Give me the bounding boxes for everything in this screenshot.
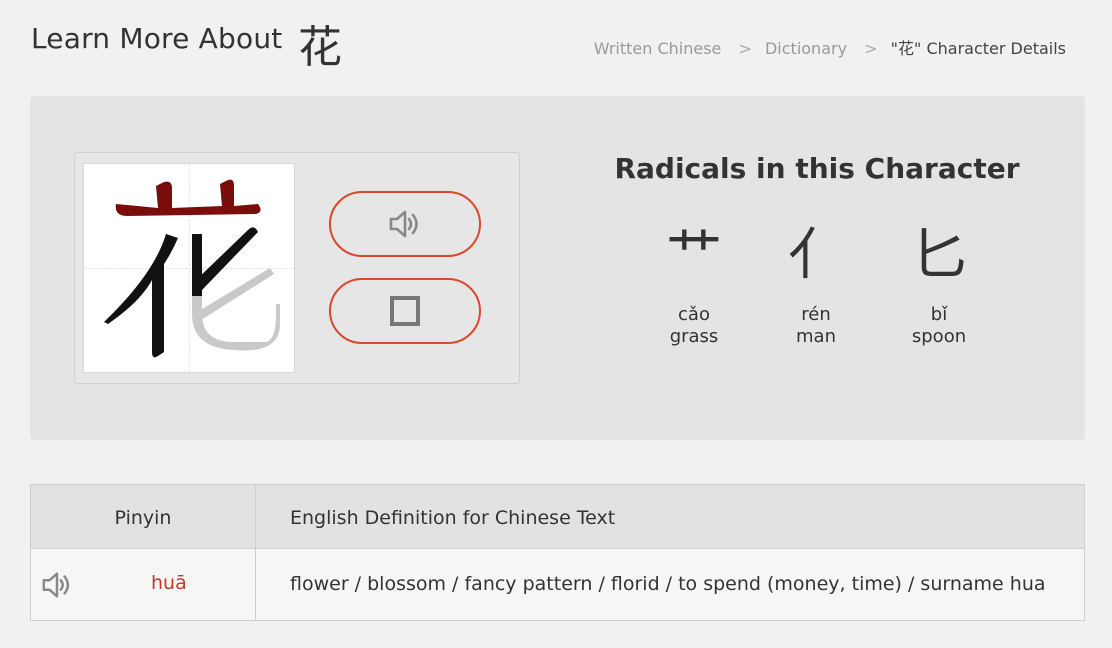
page-title-character: 花 <box>298 22 342 73</box>
row-definition: flower / blossom / fancy pattern / flori… <box>290 573 1046 595</box>
play-audio-button[interactable] <box>329 191 481 257</box>
radical-item[interactable]: 匕 bǐ spoon <box>889 222 989 347</box>
stroke-order-canvas[interactable] <box>83 163 295 373</box>
column-header-pinyin: Pinyin <box>114 507 172 529</box>
row-audio-button[interactable] <box>40 567 74 603</box>
column-header-definition: English Definition for Chinese Text <box>290 507 616 529</box>
page-title: Learn More About <box>31 22 283 55</box>
radicals-list: 艹 cǎo grass 亻 rén man 匕 bǐ spoon <box>630 222 1010 352</box>
row-pinyin: huā <box>151 572 187 594</box>
radical-glyph: 艹 <box>666 223 722 288</box>
character-display-box <box>74 152 520 384</box>
table-header: Pinyin English Definition for Chinese Te… <box>31 485 1084 549</box>
breadcrumb-separator: > <box>864 39 878 58</box>
radical-pinyin: cǎo <box>678 304 710 325</box>
radical-glyph: 匕 <box>911 223 967 288</box>
radical-meaning: man <box>796 326 836 347</box>
page-header: Learn More About 花 Written Chinese > Dic… <box>0 0 1112 90</box>
radical-meaning: spoon <box>911 326 967 347</box>
column-divider <box>255 485 256 620</box>
character-panel: Radicals in this Character 艹 cǎo grass 亻… <box>30 96 1085 440</box>
breadcrumb-current: "花" Character Details <box>890 39 1066 58</box>
stroke-order-button[interactable] <box>329 278 481 344</box>
breadcrumb-dictionary[interactable]: Dictionary <box>765 39 847 58</box>
radical-item[interactable]: 亻 rén man <box>766 222 866 347</box>
square-icon <box>390 296 420 326</box>
breadcrumb-separator: > <box>738 39 752 58</box>
radical-glyph: 亻 <box>788 223 844 288</box>
definition-table: Pinyin English Definition for Chinese Te… <box>30 484 1085 621</box>
speaker-icon <box>42 572 70 598</box>
radical-pinyin: rén <box>801 304 831 325</box>
radical-meaning: grass <box>669 326 719 347</box>
radical-item[interactable]: 艹 cǎo grass <box>644 222 744 347</box>
speaker-icon <box>389 210 418 238</box>
radical-pinyin: bǐ <box>930 304 948 325</box>
breadcrumb: Written Chinese > Dictionary > "花" Chara… <box>594 35 1066 59</box>
breadcrumb-written-chinese[interactable]: Written Chinese <box>594 39 722 58</box>
stroke-order-drawing <box>104 179 280 358</box>
radicals-title: Radicals in this Character <box>614 152 1020 185</box>
